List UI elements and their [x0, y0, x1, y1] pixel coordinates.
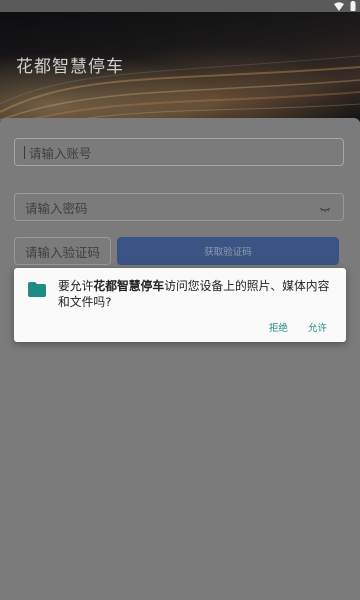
allow-button[interactable]: 允许: [308, 320, 327, 334]
wifi-icon: [334, 1, 344, 11]
permission-message-prefix: 要允许: [58, 279, 94, 293]
password-placeholder: 请输入密码: [25, 200, 88, 216]
verification-code-input[interactable]: 请输入验证码: [14, 237, 111, 265]
folder-icon: [28, 282, 46, 301]
password-input[interactable]: 请输入密码: [14, 193, 344, 221]
deny-button[interactable]: 拒绝: [269, 320, 288, 334]
get-code-button[interactable]: 获取验证码: [117, 237, 339, 265]
permission-message: 要允许花都智慧停车访问您设备上的照片、媒体内容和文件吗?: [58, 278, 340, 310]
account-input[interactable]: 请输入账号: [14, 138, 344, 166]
permission-app-name: 花都智慧停车: [93, 279, 165, 293]
eye-closed-icon[interactable]: [319, 202, 331, 217]
battery-icon: [350, 1, 356, 11]
login-card: [0, 118, 360, 600]
code-placeholder: 请输入验证码: [25, 244, 101, 260]
app-title: 花都智慧停车: [16, 57, 124, 77]
permission-dialog: 要允许花都智慧停车访问您设备上的照片、媒体内容和文件吗? 拒绝 允许: [14, 268, 346, 342]
account-placeholder: 请输入账号: [29, 145, 92, 161]
status-bar: [0, 0, 360, 12]
header-banner: 花都智慧停车: [0, 12, 360, 122]
